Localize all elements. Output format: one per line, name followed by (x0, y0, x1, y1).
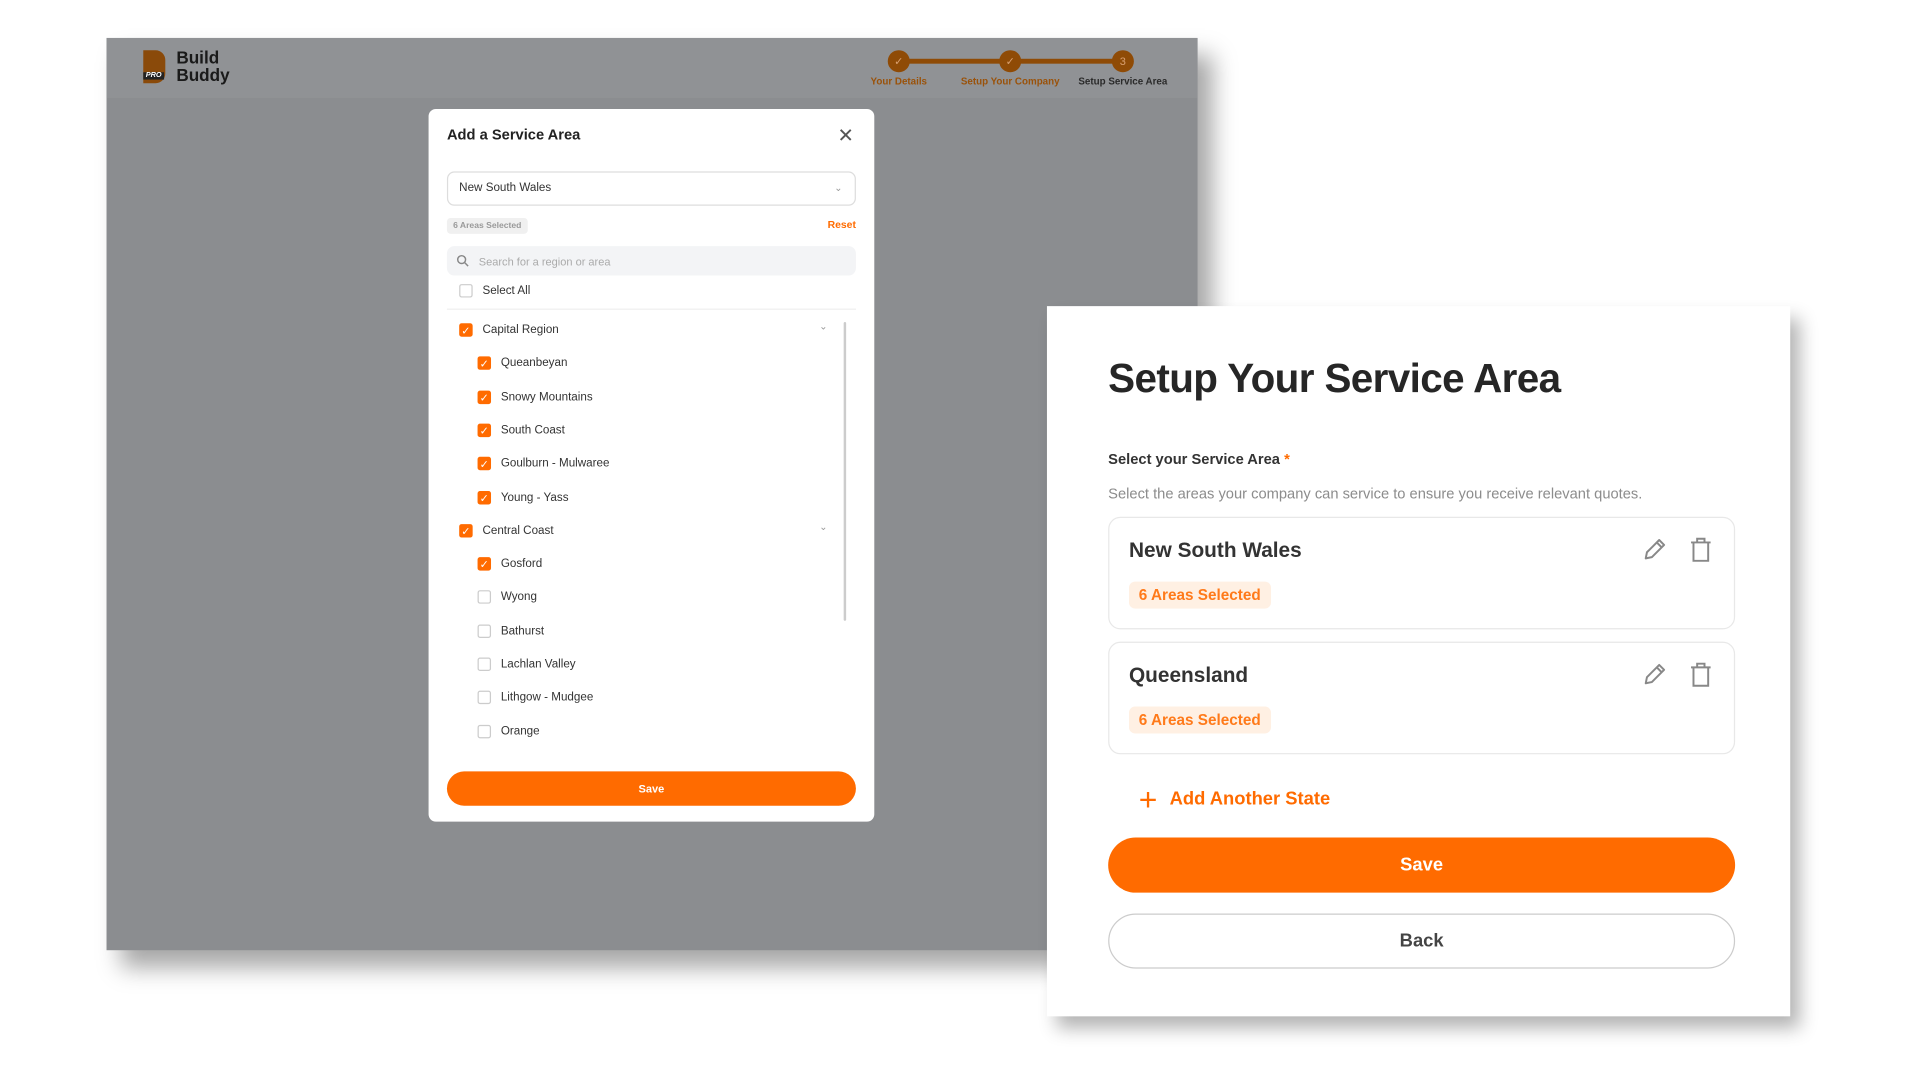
chevron-down-icon[interactable]: ⌄ (819, 521, 827, 532)
state-name: Queensland (1128, 663, 1249, 687)
state-select[interactable]: New South Wales ⌄ (446, 171, 856, 206)
select-all-label: Select All (482, 284, 531, 298)
edit-pencil-icon[interactable] (1641, 661, 1668, 688)
areas-selected-badge: 6 Areas Selected (1128, 706, 1271, 734)
edit-pencil-icon[interactable] (1641, 536, 1668, 563)
step-3-label: Setup Service Area (1078, 75, 1168, 87)
area-checkbox[interactable]: ✓ (477, 456, 492, 471)
step-1-check-icon: ✓ (887, 50, 910, 73)
modal-save-button[interactable]: Save (446, 771, 856, 806)
search-input[interactable] (476, 246, 849, 278)
area-checkbox[interactable]: ✓ (477, 557, 492, 571)
area-label: Lithgow - Mudgee (500, 690, 594, 705)
area-label: Snowy Mountains (500, 390, 593, 404)
area-checkbox[interactable]: ✓ (477, 356, 492, 371)
area-checkbox[interactable] (477, 657, 492, 672)
add-another-state-button[interactable]: + Add Another State (1139, 781, 1330, 819)
select-all-checkbox[interactable] (459, 284, 473, 298)
region-checkbox[interactable]: ✓ (459, 323, 473, 337)
back-button[interactable]: Back (1108, 913, 1736, 969)
required-asterisk: * (1284, 450, 1290, 468)
area-checkbox[interactable] (477, 690, 492, 705)
delete-trash-icon[interactable] (1687, 661, 1714, 688)
area-label: Young - Yass (500, 490, 569, 504)
area-label: Bathurst (500, 624, 545, 638)
region-label: Capital Region (482, 323, 559, 337)
save-button[interactable]: Save (1108, 837, 1736, 893)
chevron-down-icon: ⌄ (834, 182, 843, 194)
area-checkbox[interactable] (477, 724, 492, 738)
logo-pro-badge: PRO (143, 72, 165, 80)
areas-selected-badge: 6 Areas Selected (1128, 581, 1271, 609)
area-label: Orange (500, 724, 540, 738)
area-checkbox[interactable]: ✓ (477, 423, 492, 438)
state-name: New South Wales (1128, 538, 1302, 563)
search-box[interactable] (446, 246, 856, 278)
plus-icon: + (1138, 781, 1158, 818)
area-label: South Coast (500, 423, 565, 438)
step-3-marker: 3 (1111, 50, 1134, 73)
area-label: Wyong (500, 590, 537, 605)
selected-count-badge: 6 Areas Selected (446, 217, 528, 234)
add-service-area-modal: Add a Service Area ✕ New South Wales ⌄ 6… (428, 108, 875, 822)
area-label: Lachlan Valley (500, 657, 576, 672)
page-title: Setup Your Service Area (1108, 355, 1561, 401)
state-select-value: New South Wales (459, 181, 552, 195)
search-icon (456, 254, 469, 267)
service-area-card: Setup Your Service Area Select your Serv… (1046, 306, 1791, 1017)
state-card-nsw: New South Wales 6 Areas Selected (1108, 516, 1736, 630)
area-checkbox[interactable] (477, 590, 492, 605)
area-checkbox[interactable]: ✓ (477, 390, 492, 404)
area-checkbox[interactable]: ✓ (477, 490, 492, 504)
area-label: Goulburn - Mulwaree (500, 456, 610, 471)
delete-trash-icon[interactable] (1687, 536, 1714, 563)
region-checkbox[interactable]: ✓ (459, 523, 473, 538)
chevron-down-icon[interactable]: ⌄ (819, 321, 827, 332)
list-scrollbar[interactable] (843, 322, 847, 621)
step-2-label: Setup Your Company (960, 75, 1060, 87)
state-card-qld: Queensland 6 Areas Selected (1108, 641, 1736, 755)
field-label: Select your Service Area * (1108, 450, 1290, 468)
reset-button[interactable]: Reset (828, 218, 856, 230)
logo-text: Build Buddy (176, 47, 230, 85)
step-1-label: Your Details (870, 75, 928, 87)
modal-title: Add a Service Area (446, 126, 581, 144)
app-header: PRO Build Buddy ✓ ✓ 3 Your Details Setup … (106, 37, 1198, 98)
area-label: Queanbeyan (500, 356, 568, 371)
divider (446, 308, 856, 310)
close-icon[interactable]: ✕ (838, 124, 854, 148)
area-label: Gosford (500, 557, 543, 571)
field-description: Select the areas your company can servic… (1108, 484, 1643, 503)
area-checkbox[interactable] (477, 624, 492, 638)
step-2-check-icon: ✓ (999, 50, 1022, 73)
region-label: Central Coast (482, 523, 554, 538)
